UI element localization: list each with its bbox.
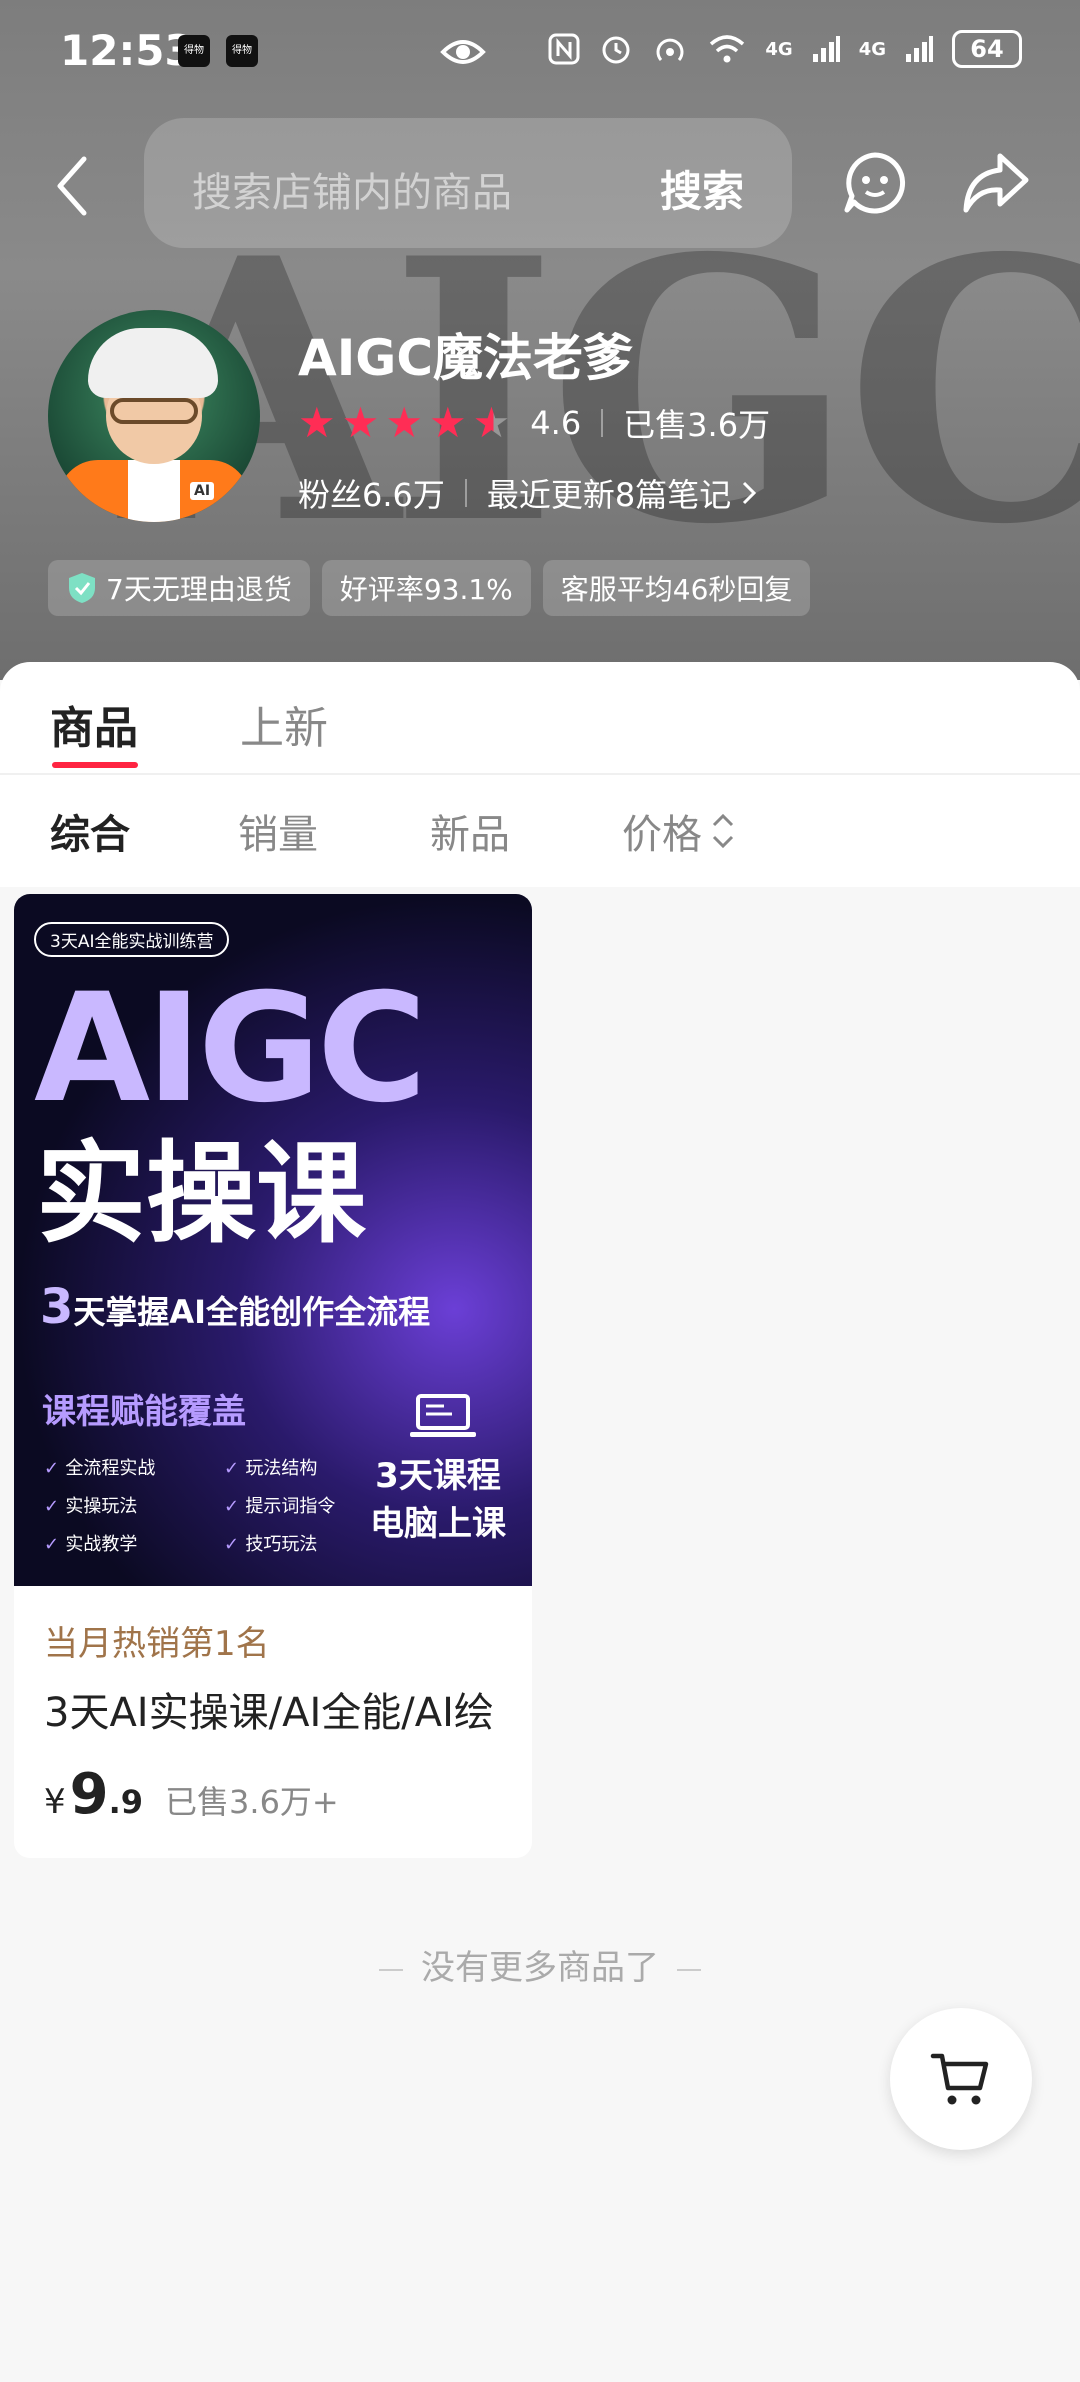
service-tag-label: 客服平均46秒回复 [560, 573, 793, 606]
status-app-icon: 得物 [226, 35, 258, 67]
cover-feature: 实操玩法 [44, 1492, 224, 1518]
price-currency: ¥ [44, 1782, 66, 1822]
product-card[interactable]: 3天AI全能实战训练营 AIGC 实操课 3天掌握AI全能创作全流程 课程赋能覆… [14, 894, 532, 1858]
tab-new-arrivals[interactable]: 上新 [240, 692, 328, 756]
cover-feature: 技巧玩法 [224, 1530, 374, 1556]
signal-icon [812, 36, 840, 62]
cover-section-title: 课程赋能覆盖 [42, 1392, 246, 1432]
battery-indicator: 64 [952, 30, 1022, 68]
chevron-right-icon [743, 481, 757, 505]
service-tag-label: 好评率93.1% [339, 573, 513, 606]
status-bar: 12:53 得物 得物 4G 4G 64 [0, 0, 1080, 100]
wifi-icon [710, 35, 745, 63]
star-icon: ★ [298, 398, 336, 447]
divider [601, 409, 604, 437]
network-label: 4G [858, 38, 886, 60]
cover-days-line: 电脑上课 [370, 1504, 506, 1544]
shop-name: AIGC魔法老爹 [298, 329, 634, 387]
service-tag[interactable]: 7天无理由退货 [48, 560, 310, 616]
divider [464, 479, 467, 507]
cover-subtitle: 3天掌握AI全能创作全流程 [40, 1279, 430, 1335]
hotspot-icon [656, 38, 684, 61]
product-price: ¥ 9 .9 已售3.6万+ [44, 1762, 339, 1827]
cover-days-line: 3天课程 [375, 1456, 501, 1496]
sort-price-label: 价格 [622, 812, 702, 858]
cover-chip: 3天AI全能实战训练营 [34, 922, 230, 957]
active-tab-indicator [52, 762, 138, 768]
star-icon: ★ [341, 398, 380, 447]
share-icon[interactable] [962, 150, 1030, 216]
cover-subtitle-text: 天掌握AI全能创作全流程 [73, 1293, 431, 1331]
sort-chevron-icon [712, 813, 734, 849]
back-icon[interactable] [52, 155, 92, 217]
price-decimal: .9 [108, 1783, 144, 1821]
shop-header: AIGC 12:53 得物 得物 4G 4G 64 搜索店铺内的商品 搜索 AI… [0, 0, 1080, 680]
service-tags: 7天无理由退货 好评率93.1% 客服平均46秒回复 [48, 560, 811, 616]
half-star-icon: ★ [472, 398, 511, 447]
service-tag[interactable]: 客服平均46秒回复 [542, 560, 811, 616]
cover-days: 3天课程 电脑上课 [370, 1452, 506, 1548]
cover-title: 实操课 [36, 1130, 366, 1258]
price-integer: 9 [69, 1762, 109, 1827]
eye-icon [440, 40, 486, 64]
cover-headline: AIGC [34, 962, 427, 1136]
shop-stats: 粉丝6.6万 最近更新8篇笔记 [298, 470, 757, 516]
network-label: 4G [765, 38, 793, 60]
cover-feature: 提示词指令 [224, 1492, 374, 1518]
sort-comprehensive[interactable]: 综合 [50, 802, 130, 860]
search-input[interactable]: 搜索店铺内的商品 搜索 [144, 118, 792, 248]
avatar-badge: AI [190, 482, 215, 500]
service-tag-label: 7天无理由退货 [106, 573, 292, 606]
cover-feature: 实战教学 [44, 1530, 224, 1556]
shop-rating: ★ ★ ★ ★ ★ 4.6 已售3.6万 [298, 400, 770, 446]
notes-link[interactable]: 最近更新8篇笔记 [487, 470, 731, 516]
search-placeholder: 搜索店铺内的商品 [192, 170, 512, 216]
sort-newest[interactable]: 新品 [430, 802, 510, 860]
rating-value: 4.6 [530, 404, 582, 442]
status-indicators: 4G 4G 64 [547, 30, 1022, 68]
sort-sales[interactable]: 销量 [238, 802, 318, 860]
no-more-items-note: 没有更多商品了 [0, 1940, 1080, 1989]
hot-sale-badge: 当月热销第1名 [44, 1624, 270, 1664]
status-time: 12:53 [60, 26, 194, 75]
search-button[interactable]: 搜索 [660, 158, 744, 219]
cart-button[interactable] [890, 2008, 1032, 2150]
status-app-icon: 得物 [178, 35, 210, 67]
nfc-icon [548, 33, 580, 65]
product-cover-image: 3天AI全能实战训练营 AIGC 实操课 3天掌握AI全能创作全流程 课程赋能覆… [14, 894, 532, 1586]
laptop-icon [410, 1394, 476, 1437]
shop-sold-count: 已售3.6万 [623, 406, 771, 444]
tab-goods[interactable]: 商品 [50, 692, 138, 756]
signal-icon [906, 36, 933, 62]
service-tag[interactable]: 好评率93.1% [321, 560, 531, 616]
cart-icon [930, 2053, 989, 2105]
star-icon: ★ [428, 398, 467, 447]
chat-icon[interactable] [842, 150, 908, 216]
product-name[interactable]: 3天AI实操课/AI全能/AI绘 [44, 1680, 514, 1738]
cover-feature: 玩法结构 [224, 1454, 374, 1480]
cover-feature: 全流程实战 [44, 1454, 224, 1480]
no-more-items-text: 没有更多商品了 [421, 1948, 659, 1988]
fans-count: 粉丝6.6万 [298, 476, 445, 514]
cover-subtitle-number: 3 [40, 1279, 74, 1335]
shield-check-icon [69, 573, 95, 603]
cover-feature-list: 全流程实战 玩法结构 实操玩法 提示词指令 实战教学 技巧玩法 [44, 1454, 374, 1556]
shop-avatar[interactable]: AI [48, 310, 260, 522]
divider [0, 773, 1080, 775]
alarm-icon [602, 36, 630, 64]
content-panel: 商品 上新 综合 销量 新品 价格 [0, 662, 1080, 887]
star-icon: ★ [385, 398, 423, 447]
sort-price[interactable]: 价格 [622, 802, 736, 860]
product-sold-count: 已售3.6万+ [165, 1783, 339, 1821]
